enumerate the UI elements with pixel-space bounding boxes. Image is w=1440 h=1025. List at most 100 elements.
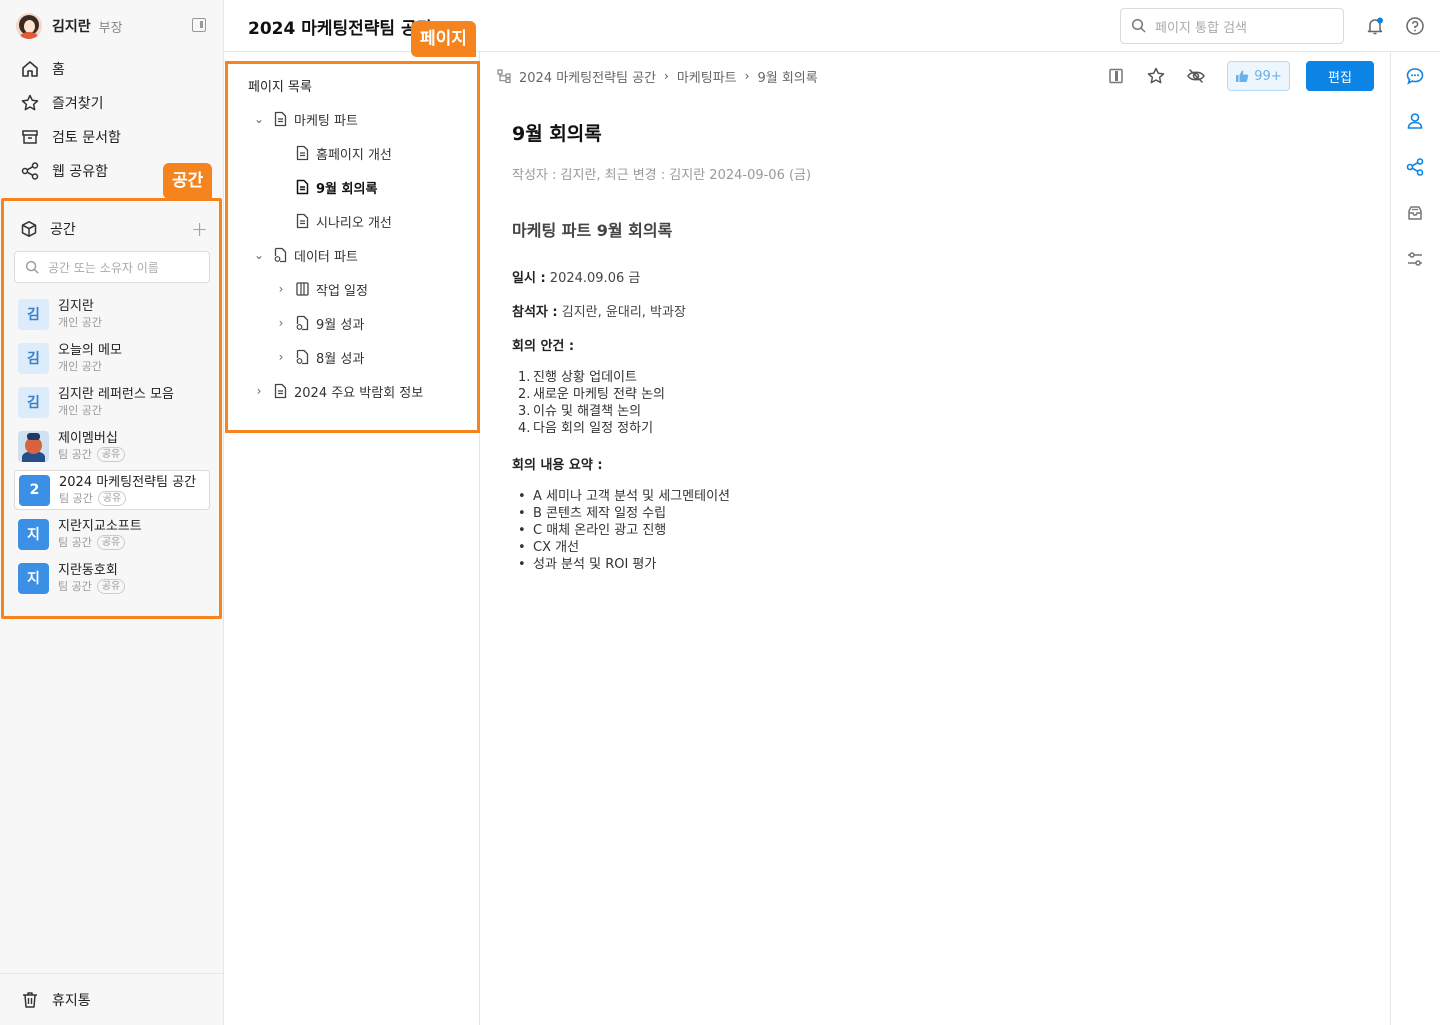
breadcrumb-item[interactable]: 9월 회의록 [757, 67, 817, 86]
space-item[interactable]: 지 지란동호회 팀 공간 공유 [14, 558, 210, 598]
tree-item-schedule[interactable]: › 작업 일정 [273, 278, 368, 300]
tree-item-homepage[interactable]: 홈페이지 개선 [273, 142, 392, 164]
page-tree-title: 페이지 목록 [248, 80, 312, 95]
list-item: 1. 진행 상황 업데이트 [518, 370, 637, 385]
space-item[interactable]: 김 오늘의 메모 개인 공간 [14, 338, 210, 378]
cube-icon [21, 221, 37, 237]
summary-list: • A 세미나 고객 분석 및 세그멘테이션 • B 콘텐츠 제작 일정 수립 • C… [518, 488, 730, 573]
chevron-right-icon[interactable]: › [273, 282, 289, 296]
nav-trash[interactable]: 휴지통 [20, 988, 91, 1012]
tree-item-september-minutes[interactable]: 9월 회의록 [273, 176, 377, 198]
search-icon [1131, 18, 1146, 33]
eye-off-icon[interactable] [1186, 66, 1206, 86]
chevron-right-icon[interactable]: › [273, 316, 289, 330]
share-icon[interactable] [1405, 157, 1425, 177]
tree-structure-icon [497, 69, 511, 83]
nav-home-label: 홈 [52, 62, 65, 78]
add-space-button[interactable]: + [191, 217, 208, 241]
tree-item-data[interactable]: ⌄ 데이터 파트 [251, 244, 358, 266]
breadcrumb-item[interactable]: 2024 마케팅전략팀 공간 [519, 67, 656, 86]
chevron-right-icon: › [744, 69, 750, 83]
help-icon[interactable] [1405, 16, 1425, 36]
chevron-right-icon: › [664, 69, 669, 83]
nav-favorites-label: 즐겨찾기 [52, 96, 104, 112]
panel-layout-icon[interactable] [1106, 66, 1126, 86]
nav-review[interactable]: 검토 문서함 [20, 125, 121, 149]
like-count: 99+ [1254, 68, 1282, 84]
tree-item-sep-results[interactable]: › 9월 성과 [273, 312, 364, 334]
like-button[interactable]: 99+ [1227, 61, 1290, 91]
tree-item-aug-results[interactable]: › 8월 성과 [273, 346, 364, 368]
agenda-label: 회의 안건 : [512, 339, 575, 354]
settings-sliders-icon[interactable] [1405, 249, 1425, 269]
chevron-right-icon[interactable]: › [273, 350, 289, 364]
comment-icon[interactable] [1405, 66, 1425, 86]
chevron-down-icon[interactable]: ⌄ [251, 112, 267, 126]
space-item[interactable]: 제이멤버십 팀 공간 공유 [14, 426, 210, 466]
document-icon [296, 213, 309, 229]
space-avatar: 김 [18, 298, 49, 330]
space-avatar: 김 [18, 342, 49, 374]
user-icon[interactable] [1405, 111, 1425, 131]
nav-favorites[interactable]: 즐겨찾기 [20, 91, 104, 115]
tree-item-label: 데이터 파트 [294, 249, 358, 265]
space-name: 오늘의 메모 [58, 343, 122, 358]
tree-item-label: 시나리오 개선 [316, 215, 392, 231]
user-name: 김지란 [52, 19, 91, 35]
document-heading: 마케팅 파트 9월 회의록 [512, 221, 673, 240]
tree-item-label: 9월 성과 [316, 317, 365, 333]
home-icon [22, 61, 38, 77]
space-type: 팀 공간 [58, 536, 92, 549]
tree-item-scenario[interactable]: 시나리오 개선 [273, 210, 392, 232]
trash-section: 휴지통 [0, 973, 223, 1025]
space-avatar: 지 [18, 562, 49, 594]
nav-review-label: 검토 문서함 [52, 130, 121, 146]
space-type: 팀 공간 [58, 448, 92, 461]
chevron-right-icon[interactable]: › [251, 384, 267, 398]
space-avatar: 김 [18, 386, 49, 418]
trash-icon [23, 992, 37, 1008]
space-item[interactable]: 김 김지란 레퍼런스 모음 개인 공간 [14, 382, 210, 422]
nav-web-share[interactable]: 웹 공유함 [20, 159, 108, 183]
sidebar-collapse-icon[interactable] [192, 18, 206, 32]
space-item[interactable]: 김 김지란 개인 공간 [14, 294, 210, 334]
nav-home[interactable]: 홈 [20, 57, 65, 81]
space-item-selected[interactable]: 2 2024 마케팅전략팀 공간 팀 공간 공유 [14, 470, 210, 510]
global-search-input[interactable]: 페이지 통합 검색 [1120, 8, 1344, 44]
document-icon [274, 383, 287, 399]
date-label: 일시 : [512, 271, 546, 286]
date-value: 2024.09.06 금 [549, 271, 641, 286]
agenda-list: 1. 진행 상황 업데이트 2. 새로운 마케팅 전략 논의 3. 이슈 및 해결책 … [518, 369, 665, 437]
tree-item-label: 홈페이지 개선 [316, 147, 392, 163]
space-search-input[interactable]: 공간 또는 소유자 이름 [14, 251, 210, 283]
document-icon [296, 179, 309, 195]
tree-item-expo[interactable]: › 2024 주요 박람회 정보 [251, 380, 423, 402]
document-chart-icon [274, 247, 287, 263]
edit-button[interactable]: 편집 [1306, 61, 1374, 91]
space-name: 지란동호회 [58, 563, 118, 578]
list-item: • 성과 분석 및 ROI 평가 [518, 557, 657, 572]
breadcrumb-item[interactable]: 마케팅파트 [677, 67, 737, 86]
list-item: 3. 이슈 및 해결책 논의 [518, 404, 642, 419]
search-icon [25, 260, 39, 274]
space-type: 팀 공간 [59, 492, 93, 505]
space-annotation-tag: 공간 [163, 163, 213, 199]
space-item[interactable]: 지 지란지교소프트 팀 공간 공유 [14, 514, 210, 554]
space-title: 공간 [50, 222, 76, 238]
star-icon[interactable] [1146, 66, 1166, 86]
user-role: 부장 [98, 20, 123, 36]
space-name: 김지란 레퍼런스 모음 [58, 387, 174, 402]
list-item: • B 콘텐츠 제작 일정 수립 [518, 506, 667, 521]
inbox-icon[interactable] [1405, 203, 1425, 223]
chevron-down-icon[interactable]: ⌄ [251, 248, 267, 262]
avatar [16, 13, 42, 39]
user-profile[interactable]: 김지란 부장 [16, 12, 208, 40]
tree-item-marketing[interactable]: ⌄ 마케팅 파트 [251, 108, 358, 130]
bell-icon[interactable] [1365, 16, 1385, 36]
tree-item-label: 작업 일정 [316, 283, 368, 299]
document-icon [274, 111, 287, 127]
space-header: 공간 + [20, 217, 208, 241]
space-type: 개인 공간 [58, 316, 102, 329]
space-avatar-image [18, 430, 49, 462]
right-rail [1390, 52, 1440, 1025]
